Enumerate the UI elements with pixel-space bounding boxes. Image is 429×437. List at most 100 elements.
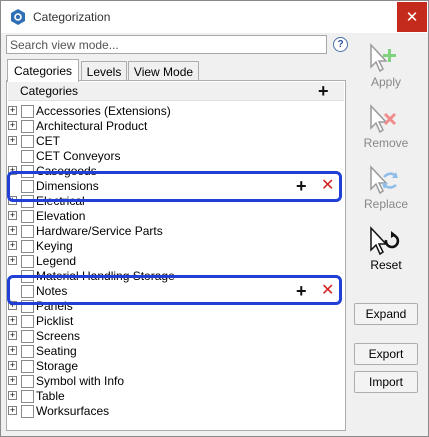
tree-row[interactable]: + Elevation: [8, 209, 344, 224]
row-label: Table: [36, 389, 65, 403]
tree-row[interactable]: Material Handling Storage: [8, 269, 344, 284]
expand-toggle-icon[interactable]: +: [8, 196, 17, 205]
expand-toggle-icon[interactable]: +: [8, 106, 17, 115]
expand-toggle-icon[interactable]: +: [8, 376, 17, 385]
row-label: Keying: [36, 239, 73, 253]
row-remove-icon[interactable]: ✕: [321, 282, 334, 300]
import-button[interactable]: Import: [354, 371, 418, 393]
export-button[interactable]: Export: [354, 343, 418, 365]
row-add-icon[interactable]: +: [296, 282, 307, 300]
reset-button[interactable]: Reset: [355, 224, 417, 272]
row-label: Hardware/Service Parts: [36, 224, 163, 238]
categories-panel: Categories + + Accessories (Extensions) + A…: [6, 80, 346, 431]
tree-row[interactable]: + Casegoods: [8, 164, 344, 179]
row-label: Screens: [36, 329, 81, 343]
row-checkbox[interactable]: [21, 225, 34, 238]
row-checkbox[interactable]: [21, 360, 34, 373]
row-checkbox[interactable]: [21, 315, 34, 328]
row-label: Storage: [36, 359, 79, 373]
row-checkbox[interactable]: [21, 405, 34, 418]
apply-button[interactable]: Apply: [355, 41, 417, 89]
column-header-label: Categories: [20, 84, 79, 98]
tree-row[interactable]: + Accessories (Extensions): [8, 104, 344, 119]
search-input[interactable]: [6, 35, 327, 54]
remove-button[interactable]: Remove: [355, 102, 417, 150]
tree-row[interactable]: + Hardware/Service Parts: [8, 224, 344, 239]
expand-toggle-icon[interactable]: +: [8, 346, 17, 355]
tree-row[interactable]: + Table: [8, 389, 344, 404]
tree-row[interactable]: CET Conveyors: [8, 149, 344, 164]
window-title: Categorization: [33, 10, 111, 24]
expand-toggle-icon[interactable]: +: [8, 301, 17, 310]
cursor-plus-icon: [370, 43, 396, 73]
row-checkbox[interactable]: [21, 240, 34, 253]
title-bar: Categorization ✕: [1, 1, 428, 33]
expand-toggle-icon[interactable]: +: [8, 136, 17, 145]
row-checkbox[interactable]: [21, 135, 34, 148]
expand-toggle-icon[interactable]: +: [8, 256, 17, 265]
row-remove-icon[interactable]: ✕: [321, 177, 334, 195]
row-checkbox[interactable]: [21, 300, 34, 313]
row-checkbox[interactable]: [21, 195, 34, 208]
row-checkbox[interactable]: [21, 270, 34, 283]
expand-toggle-icon[interactable]: +: [8, 226, 17, 235]
row-checkbox[interactable]: [21, 285, 34, 298]
row-label: Notes: [36, 284, 68, 298]
row-add-icon[interactable]: +: [296, 177, 307, 195]
row-checkbox[interactable]: [21, 330, 34, 343]
tree-row[interactable]: Dimensions + ✕: [8, 177, 344, 195]
row-checkbox[interactable]: [21, 165, 34, 178]
row-checkbox[interactable]: [21, 375, 34, 388]
tree-row[interactable]: + Screens: [8, 329, 344, 344]
tree-row[interactable]: + Worksurfaces: [8, 404, 344, 419]
tree-row[interactable]: + Legend: [8, 254, 344, 269]
tab-levels[interactable]: Levels: [81, 61, 127, 81]
help-icon[interactable]: ?: [333, 37, 348, 52]
tree-row[interactable]: + Seating: [8, 344, 344, 359]
expand-toggle-icon[interactable]: +: [8, 331, 17, 340]
row-checkbox[interactable]: [21, 180, 34, 193]
close-button[interactable]: ✕: [397, 2, 427, 32]
row-label: CET: [36, 134, 60, 148]
row-checkbox[interactable]: [21, 120, 34, 133]
row-label: Worksurfaces: [36, 404, 110, 418]
row-checkbox[interactable]: [21, 390, 34, 403]
tree-row[interactable]: + Electrical: [8, 194, 344, 209]
row-label: Panels: [36, 299, 73, 313]
tree-row[interactable]: + CET: [8, 134, 344, 149]
cursor-swap-icon: [370, 165, 398, 195]
tree-row[interactable]: + Architectural Product: [8, 119, 344, 134]
expand-toggle-icon[interactable]: +: [8, 211, 17, 220]
expand-toggle-icon[interactable]: +: [8, 316, 17, 325]
replace-button[interactable]: Replace: [355, 163, 417, 211]
expand-toggle-icon[interactable]: +: [8, 391, 17, 400]
close-icon: ✕: [405, 9, 419, 26]
row-label: Casegoods: [36, 164, 97, 178]
row-checkbox[interactable]: [21, 255, 34, 268]
tree-row[interactable]: + Panels: [8, 299, 344, 314]
tab-view-mode[interactable]: View Mode: [128, 61, 199, 81]
expand-toggle-icon[interactable]: +: [8, 406, 17, 415]
tree-row[interactable]: Notes + ✕: [8, 282, 344, 300]
expand-button[interactable]: Expand: [354, 303, 418, 325]
categorization-window: Categorization ✕ ? Categories Levels Vie…: [0, 0, 429, 437]
tree-row[interactable]: + Keying: [8, 239, 344, 254]
row-checkbox[interactable]: [21, 345, 34, 358]
row-label: Elevation: [36, 209, 86, 223]
cursor-x-icon: [370, 104, 397, 134]
row-label: CET Conveyors: [36, 149, 121, 163]
column-header: Categories +: [8, 82, 344, 101]
row-checkbox[interactable]: [21, 105, 34, 118]
expand-toggle-icon[interactable]: +: [8, 166, 17, 175]
expand-toggle-icon[interactable]: +: [8, 361, 17, 370]
row-label: Seating: [36, 344, 77, 358]
add-category-button[interactable]: +: [318, 82, 332, 100]
expand-toggle-icon[interactable]: +: [8, 241, 17, 250]
expand-toggle-icon[interactable]: +: [8, 121, 17, 130]
tree-row[interactable]: + Picklist: [8, 314, 344, 329]
row-checkbox[interactable]: [21, 150, 34, 163]
tree-row[interactable]: + Storage: [8, 359, 344, 374]
row-checkbox[interactable]: [21, 210, 34, 223]
tab-categories[interactable]: Categories: [7, 59, 79, 82]
tree-row[interactable]: + Symbol with Info: [8, 374, 344, 389]
